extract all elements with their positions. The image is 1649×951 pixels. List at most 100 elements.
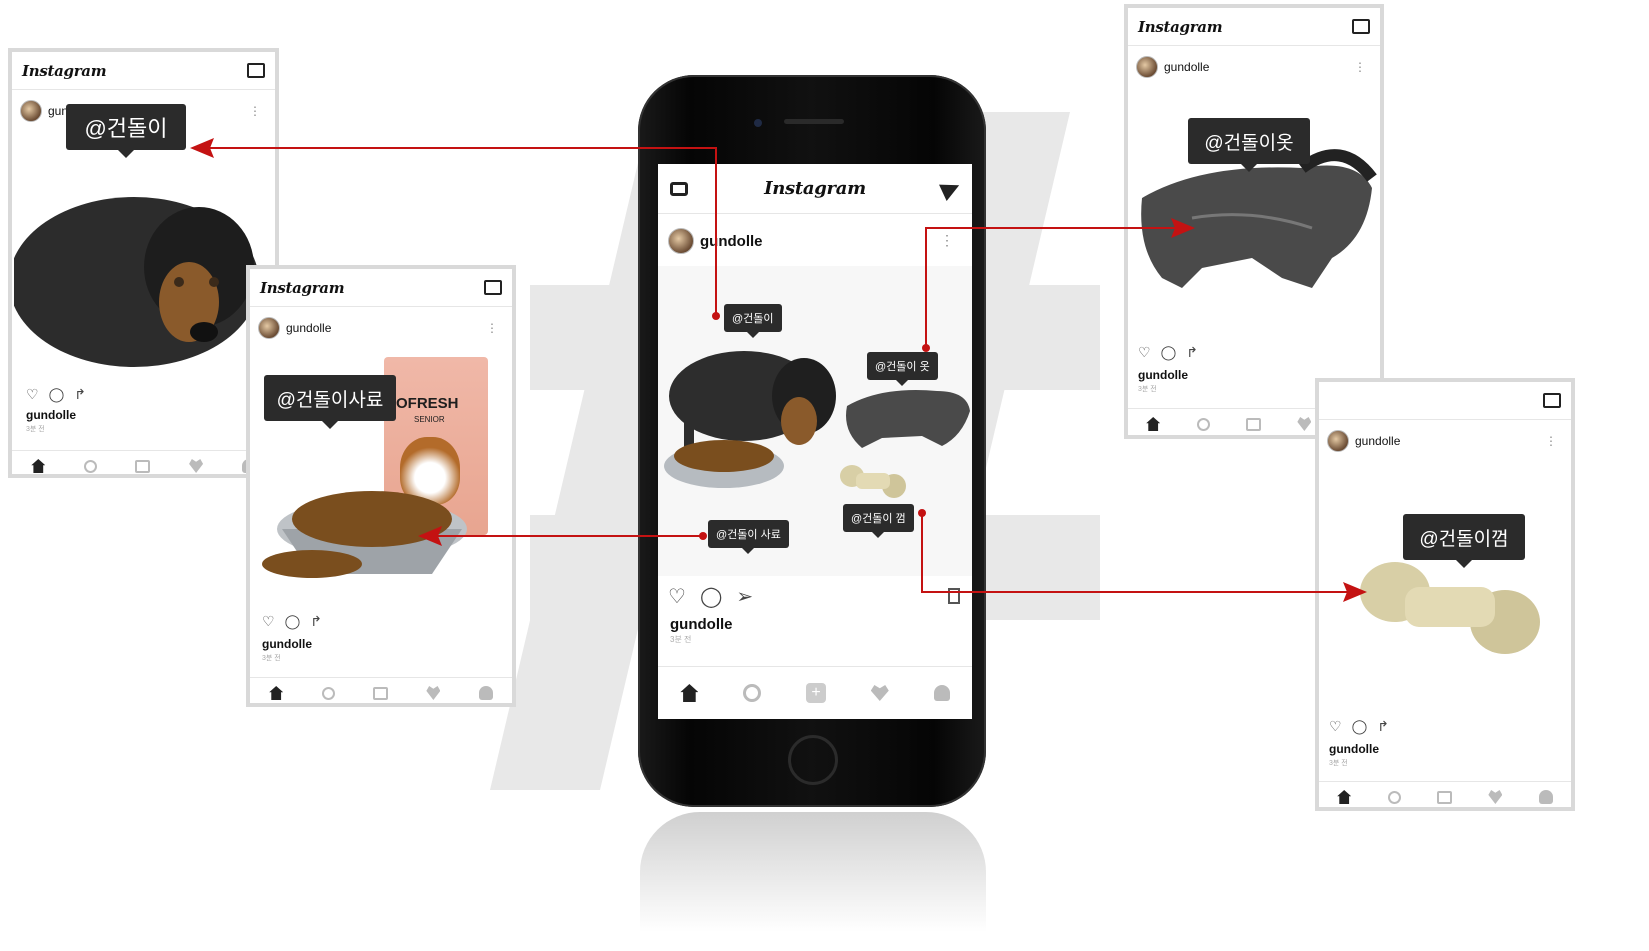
comment-icon[interactable]: ◯ bbox=[285, 613, 301, 630]
heart-icon[interactable] bbox=[1297, 417, 1312, 431]
more-icon[interactable]: ⋮ bbox=[486, 321, 498, 335]
camera-icon[interactable] bbox=[372, 686, 388, 700]
coat-photo bbox=[846, 390, 970, 448]
profile-icon[interactable] bbox=[933, 685, 950, 701]
tag-food[interactable]: @건돌이사료 bbox=[264, 375, 396, 429]
profile-icon[interactable] bbox=[478, 686, 493, 700]
dog-photo bbox=[14, 197, 259, 367]
speaker bbox=[784, 119, 844, 124]
mock-post-chew: Instagram gundolle ⋮ @건돌이껌 ♡ ◯ ↱ gundoll… bbox=[1315, 378, 1575, 811]
post-image: @건돌이 @건돌이 옷 @건돌이 사료 @건돌이 껌 bbox=[658, 266, 972, 576]
share-icon[interactable]: ↱ bbox=[1186, 344, 1198, 361]
comment-icon[interactable]: ◯ bbox=[1352, 718, 1368, 735]
heart-icon[interactable]: ♡ bbox=[262, 613, 275, 630]
chew-bone-photo bbox=[840, 465, 906, 498]
home-icon[interactable] bbox=[680, 684, 699, 702]
comment-icon[interactable]: ◯ bbox=[700, 584, 722, 609]
share-icon[interactable]: ↱ bbox=[1377, 718, 1389, 735]
heart-icon[interactable] bbox=[870, 685, 889, 701]
tag-coat[interactable]: @건돌이옷 bbox=[1188, 118, 1310, 172]
more-icon[interactable]: ⋮ bbox=[249, 104, 261, 118]
post-actions: ♡ ◯ ↱ bbox=[1329, 718, 1389, 735]
camera-icon[interactable] bbox=[135, 459, 151, 473]
post-time: 3분 전 bbox=[670, 635, 692, 644]
post-time: 3분 전 bbox=[1138, 386, 1157, 393]
inbox-icon[interactable] bbox=[1352, 19, 1370, 34]
instagram-logo: Instagram bbox=[260, 278, 345, 297]
post-user[interactable]: gundolle bbox=[668, 228, 763, 254]
tag-dog[interactable]: @건돌이 bbox=[724, 304, 782, 338]
mock-post-food: Instagram gundolle ⋮ OFRESH SENIOR @건돌이사… bbox=[246, 265, 516, 707]
post-actions: ♡ ◯ ➢ bbox=[668, 584, 753, 609]
bottom-nav bbox=[1319, 781, 1571, 807]
inbox-icon[interactable] bbox=[247, 63, 265, 78]
mock-header: Instagram bbox=[1128, 8, 1380, 46]
post-username: gundolle bbox=[670, 616, 733, 633]
avatar bbox=[668, 228, 694, 254]
heart-icon[interactable] bbox=[1488, 790, 1503, 804]
comment-icon[interactable]: ◯ bbox=[1161, 344, 1177, 361]
tag-dog[interactable]: @건돌이 bbox=[66, 104, 186, 158]
home-icon[interactable] bbox=[1337, 790, 1352, 804]
direct-message-icon[interactable] bbox=[939, 176, 963, 201]
inbox-icon[interactable] bbox=[484, 280, 502, 295]
home-icon[interactable] bbox=[31, 459, 46, 473]
bookmark-icon[interactable] bbox=[948, 588, 960, 604]
username: gundolle bbox=[1355, 434, 1401, 448]
food-bowl bbox=[262, 491, 467, 578]
search-icon[interactable] bbox=[1196, 417, 1210, 431]
mock-post-coat: Instagram gundolle ⋮ @건돌이옷 ♡ ◯ ↱ gundoll… bbox=[1124, 4, 1384, 439]
camera-icon[interactable] bbox=[1436, 790, 1452, 804]
post-user[interactable]: gundolle bbox=[258, 317, 331, 339]
mock-header: Instagram bbox=[250, 269, 512, 307]
share-icon[interactable]: ↱ bbox=[74, 386, 86, 403]
share-icon[interactable]: ↱ bbox=[310, 613, 322, 630]
share-icon[interactable]: ➢ bbox=[736, 584, 753, 609]
home-button[interactable] bbox=[788, 735, 838, 785]
post-user[interactable]: gundolle bbox=[1136, 56, 1209, 78]
more-icon[interactable]: ⋮ bbox=[1545, 434, 1557, 448]
bottom-nav bbox=[250, 677, 512, 703]
heart-icon[interactable] bbox=[426, 686, 441, 700]
search-icon[interactable] bbox=[743, 684, 762, 702]
mock-header: Instagram bbox=[12, 52, 275, 90]
home-icon[interactable] bbox=[1146, 417, 1161, 431]
post-username: gundolle bbox=[262, 637, 312, 651]
more-icon[interactable]: ⋮ bbox=[940, 232, 954, 249]
avatar bbox=[20, 100, 42, 122]
heart-icon[interactable]: ♡ bbox=[668, 584, 686, 609]
camera-icon[interactable] bbox=[1245, 417, 1261, 431]
home-icon[interactable] bbox=[269, 686, 284, 700]
tag-chew[interactable]: @건돌이껌 bbox=[1403, 514, 1525, 568]
app-header: Instagram bbox=[658, 164, 972, 214]
post-user[interactable]: gundolle bbox=[1327, 430, 1400, 452]
heart-icon[interactable]: ♡ bbox=[1138, 344, 1151, 361]
add-icon[interactable]: + bbox=[805, 683, 826, 703]
inbox-icon[interactable] bbox=[1543, 393, 1561, 408]
heart-icon[interactable] bbox=[189, 459, 204, 473]
more-icon[interactable]: ⋮ bbox=[1354, 60, 1366, 74]
avatar bbox=[258, 317, 280, 339]
username: gundolle bbox=[286, 321, 332, 335]
package-brand: OFRESH bbox=[396, 395, 459, 412]
heart-icon[interactable]: ♡ bbox=[26, 386, 39, 403]
tag-coat[interactable]: @건돌이 옷 bbox=[867, 352, 938, 386]
camera-icon[interactable] bbox=[670, 181, 688, 196]
search-icon[interactable] bbox=[1387, 790, 1401, 804]
mock-post-dog: Instagram gundolle ⋮ @건돌이 ♡ ◯ ↱ gundolle… bbox=[8, 48, 279, 478]
post-time: 3분 전 bbox=[262, 655, 281, 662]
heart-icon[interactable]: ♡ bbox=[1329, 718, 1342, 735]
post-username: gundolle bbox=[1329, 742, 1379, 756]
package-sub: SENIOR bbox=[414, 415, 445, 424]
comment-icon[interactable]: ◯ bbox=[49, 386, 65, 403]
search-icon[interactable] bbox=[83, 459, 97, 473]
avatar bbox=[1327, 430, 1349, 452]
post-username: gundolle bbox=[26, 408, 76, 422]
search-icon[interactable] bbox=[321, 686, 335, 700]
instagram-logo: Instagram bbox=[1138, 17, 1223, 36]
profile-icon[interactable] bbox=[1538, 790, 1553, 804]
post-actions: ♡ ◯ ↱ bbox=[262, 613, 322, 630]
post-actions: ♡ ◯ ↱ bbox=[1138, 344, 1198, 361]
tag-food[interactable]: @건돌이 사료 bbox=[708, 520, 789, 554]
tag-chew[interactable]: @건돌이 껌 bbox=[843, 504, 914, 538]
